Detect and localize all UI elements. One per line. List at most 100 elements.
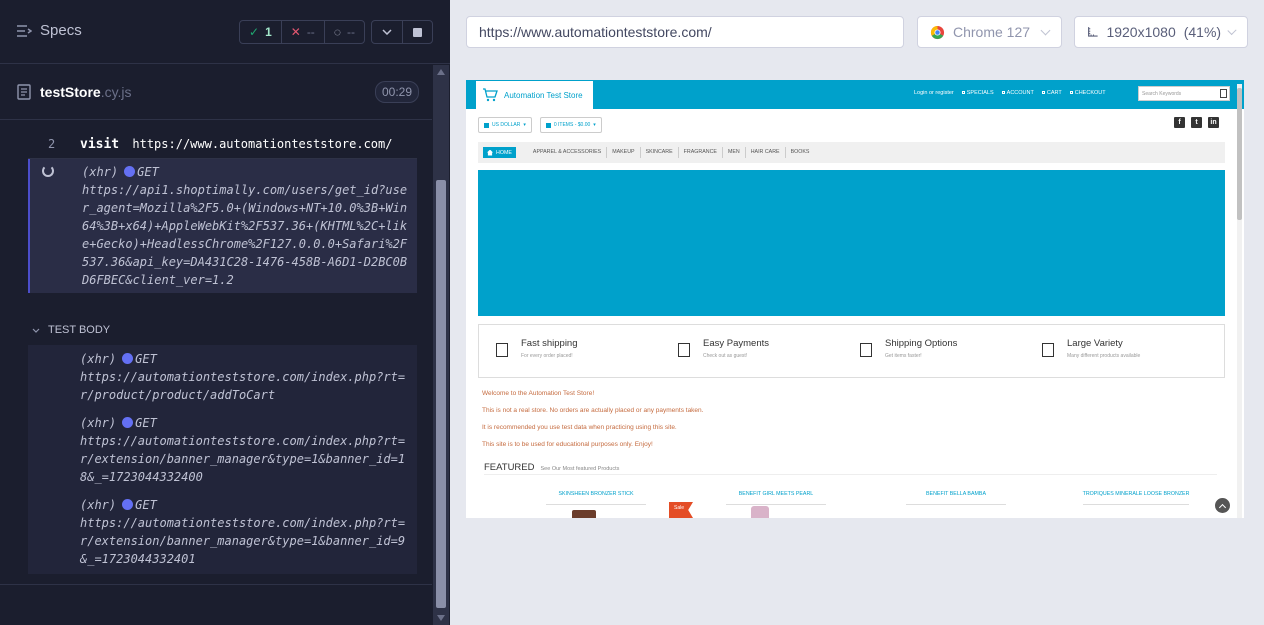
chevron-down-icon (1227, 25, 1237, 35)
nav-men[interactable]: MEN (723, 147, 746, 158)
product-name[interactable]: SKINSHEEN BRONZER STICK (546, 491, 646, 505)
nav-home[interactable]: HOME (483, 147, 516, 158)
xhr-method: GET (135, 352, 157, 366)
chevron-up-icon (1218, 503, 1227, 511)
pending-xhr-command[interactable]: (xhr) GET https://api1.shoptimally.com/us… (28, 159, 417, 293)
nav-apparel[interactable]: APPAREL & ACCESSORIES (528, 147, 608, 158)
xhr-method: GET (137, 165, 159, 179)
feature-title: Easy Payments (703, 338, 769, 349)
checkout-label: CHECKOUT (1074, 90, 1106, 96)
specials-label: SPECIALS (966, 90, 994, 96)
product-card[interactable]: SKINSHEEN BRONZER STICK (506, 482, 686, 505)
pending-count: ◌ -- (323, 21, 364, 43)
aut-iframe: Automation Test Store Login or register … (466, 80, 1244, 518)
hero-banner[interactable] (478, 170, 1225, 316)
site-header: Automation Test Store Login or register … (466, 80, 1244, 109)
welcome-line: This is not a real store. No orders are … (482, 407, 704, 414)
command-visit[interactable]: 2 visit https://www.automationteststore.… (28, 121, 417, 159)
nav-books[interactable]: BOOKS (786, 147, 815, 158)
cart-link[interactable]: CART (1041, 90, 1062, 96)
x-icon: ✕ (290, 25, 301, 39)
xhr-dot-icon (122, 499, 134, 510)
nav-makeup[interactable]: MAKEUP (607, 147, 641, 158)
xhr-entry[interactable]: (xhr) GET https://automationteststore.com… (80, 350, 411, 404)
chrome-icon (930, 25, 945, 39)
viewport-size: 1920x1080 (1106, 24, 1176, 40)
product-name[interactable]: BENEFIT GIRL MEETS PEARL (726, 491, 826, 505)
chevron-down-icon (382, 29, 392, 35)
passed-count: ✓ 1 (240, 21, 281, 43)
specs-header-bar: Specs ✓ 1 ✕ -- ◌ -- (0, 0, 450, 64)
feature-subtitle: Check out as guest! (703, 353, 748, 359)
currency-dropdown[interactable]: US DOLLAR ▾ (478, 117, 532, 133)
xhr-method: GET (135, 498, 157, 512)
feature-item: Easy Payments Check out as guest! (678, 325, 860, 377)
cart-dropdown[interactable]: 0 ITEMS - $0.00 ▾ (539, 117, 602, 133)
account-icon (1001, 91, 1005, 94)
currency-icon (484, 122, 489, 128)
product-image[interactable] (751, 506, 769, 518)
xhr-url: https://automationteststore.com/index.ph… (80, 516, 406, 566)
spec-file-name: testStore.cy.js (40, 84, 132, 100)
feature-checkbox-icon (1042, 343, 1054, 357)
aut-scrollbar-thumb[interactable] (1237, 88, 1242, 220)
command-log: 2 visit https://www.automationteststore.… (28, 121, 417, 293)
top-links: Login or register SPECIALS ACCOUNT CART … (914, 90, 1106, 96)
welcome-line: This site is to be used for educational … (482, 441, 653, 448)
search-icon[interactable] (1220, 89, 1227, 98)
test-body-header[interactable]: TEST BODY (32, 324, 110, 336)
viewport-scale: (41%) (1183, 24, 1222, 40)
command-message: https://www.automationteststore.com/ (132, 137, 393, 151)
login-link[interactable]: Login or register (914, 90, 954, 96)
feature-title: Fast shipping (521, 338, 578, 349)
browser-name: Chrome 127 (953, 24, 1031, 40)
site-search-input[interactable]: Search Keywords (1138, 86, 1230, 101)
browser-selector[interactable]: Chrome 127 (917, 16, 1062, 48)
social-links: f t in (1174, 117, 1219, 128)
viewport-info[interactable]: 1920x1080 (41%) (1074, 16, 1248, 48)
welcome-line: It is recommended you use test data when… (482, 424, 677, 431)
account-link[interactable]: ACCOUNT (1001, 90, 1034, 96)
specials-link[interactable]: SPECIALS (961, 90, 994, 96)
sale-badge: Sale (669, 502, 693, 518)
product-name[interactable]: BENEFIT BELLA BAMBA (906, 491, 1006, 505)
scrollbar-thumb[interactable] (436, 180, 446, 608)
specs-button[interactable]: Specs (16, 22, 82, 39)
scroll-up-icon[interactable] (437, 69, 445, 75)
feature-item: Large Variety Many different products ava… (1042, 325, 1224, 377)
aut-url-bar[interactable]: https://www.automationteststore.com/ (466, 16, 904, 48)
scroll-to-top-button[interactable] (1215, 498, 1230, 513)
nav-skincare[interactable]: SKINCARE (641, 147, 679, 158)
xhr-entry[interactable]: (xhr) GET https://automationteststore.com… (80, 496, 411, 568)
feature-title: Shipping Options (885, 338, 958, 349)
site-logo[interactable]: Automation Test Store (476, 81, 593, 109)
home-icon (487, 149, 493, 156)
product-card[interactable]: TROPIQUES MINERALE LOOSE BRONZER (1046, 482, 1226, 505)
feature-subtitle: Get items faster! (885, 353, 922, 359)
aut-scrollbar[interactable] (1237, 84, 1242, 518)
failed-value: -- (306, 25, 315, 39)
product-image[interactable] (572, 510, 596, 518)
product-name[interactable]: TROPIQUES MINERALE LOOSE BRONZER (1082, 491, 1190, 505)
options-dropdown-button[interactable] (372, 21, 402, 43)
checkout-link[interactable]: CHECKOUT (1069, 90, 1106, 96)
facebook-icon[interactable]: f (1174, 117, 1185, 128)
search-placeholder: Search Keywords (1142, 91, 1182, 97)
feature-checkbox-icon (496, 343, 508, 357)
product-card[interactable]: BENEFIT BELLA BAMBA (866, 482, 1046, 505)
passed-value: 1 (265, 25, 272, 39)
stop-button[interactable] (401, 21, 432, 43)
xhr-url: https://api1.shoptimally.com/users/get_i… (82, 183, 408, 287)
xhr-entry[interactable]: (xhr) GET https://automationteststore.com… (80, 414, 411, 486)
nav-fragrance[interactable]: FRAGRANCE (679, 147, 723, 158)
app-under-test-panel: https://www.automationteststore.com/ Chr… (450, 0, 1264, 625)
feature-item: Shipping Options Get items faster! (860, 325, 1042, 377)
cart-icon (545, 122, 551, 128)
cart-summary: 0 ITEMS - $0.00 (553, 122, 591, 128)
nav-home-label: HOME (496, 149, 512, 156)
scroll-down-icon[interactable] (437, 615, 445, 621)
linkedin-icon[interactable]: in (1208, 117, 1219, 128)
nav-haircare[interactable]: HAIR CARE (746, 147, 786, 158)
twitter-icon[interactable]: t (1191, 117, 1202, 128)
product-card[interactable]: BENEFIT GIRL MEETS PEARL (686, 482, 866, 505)
